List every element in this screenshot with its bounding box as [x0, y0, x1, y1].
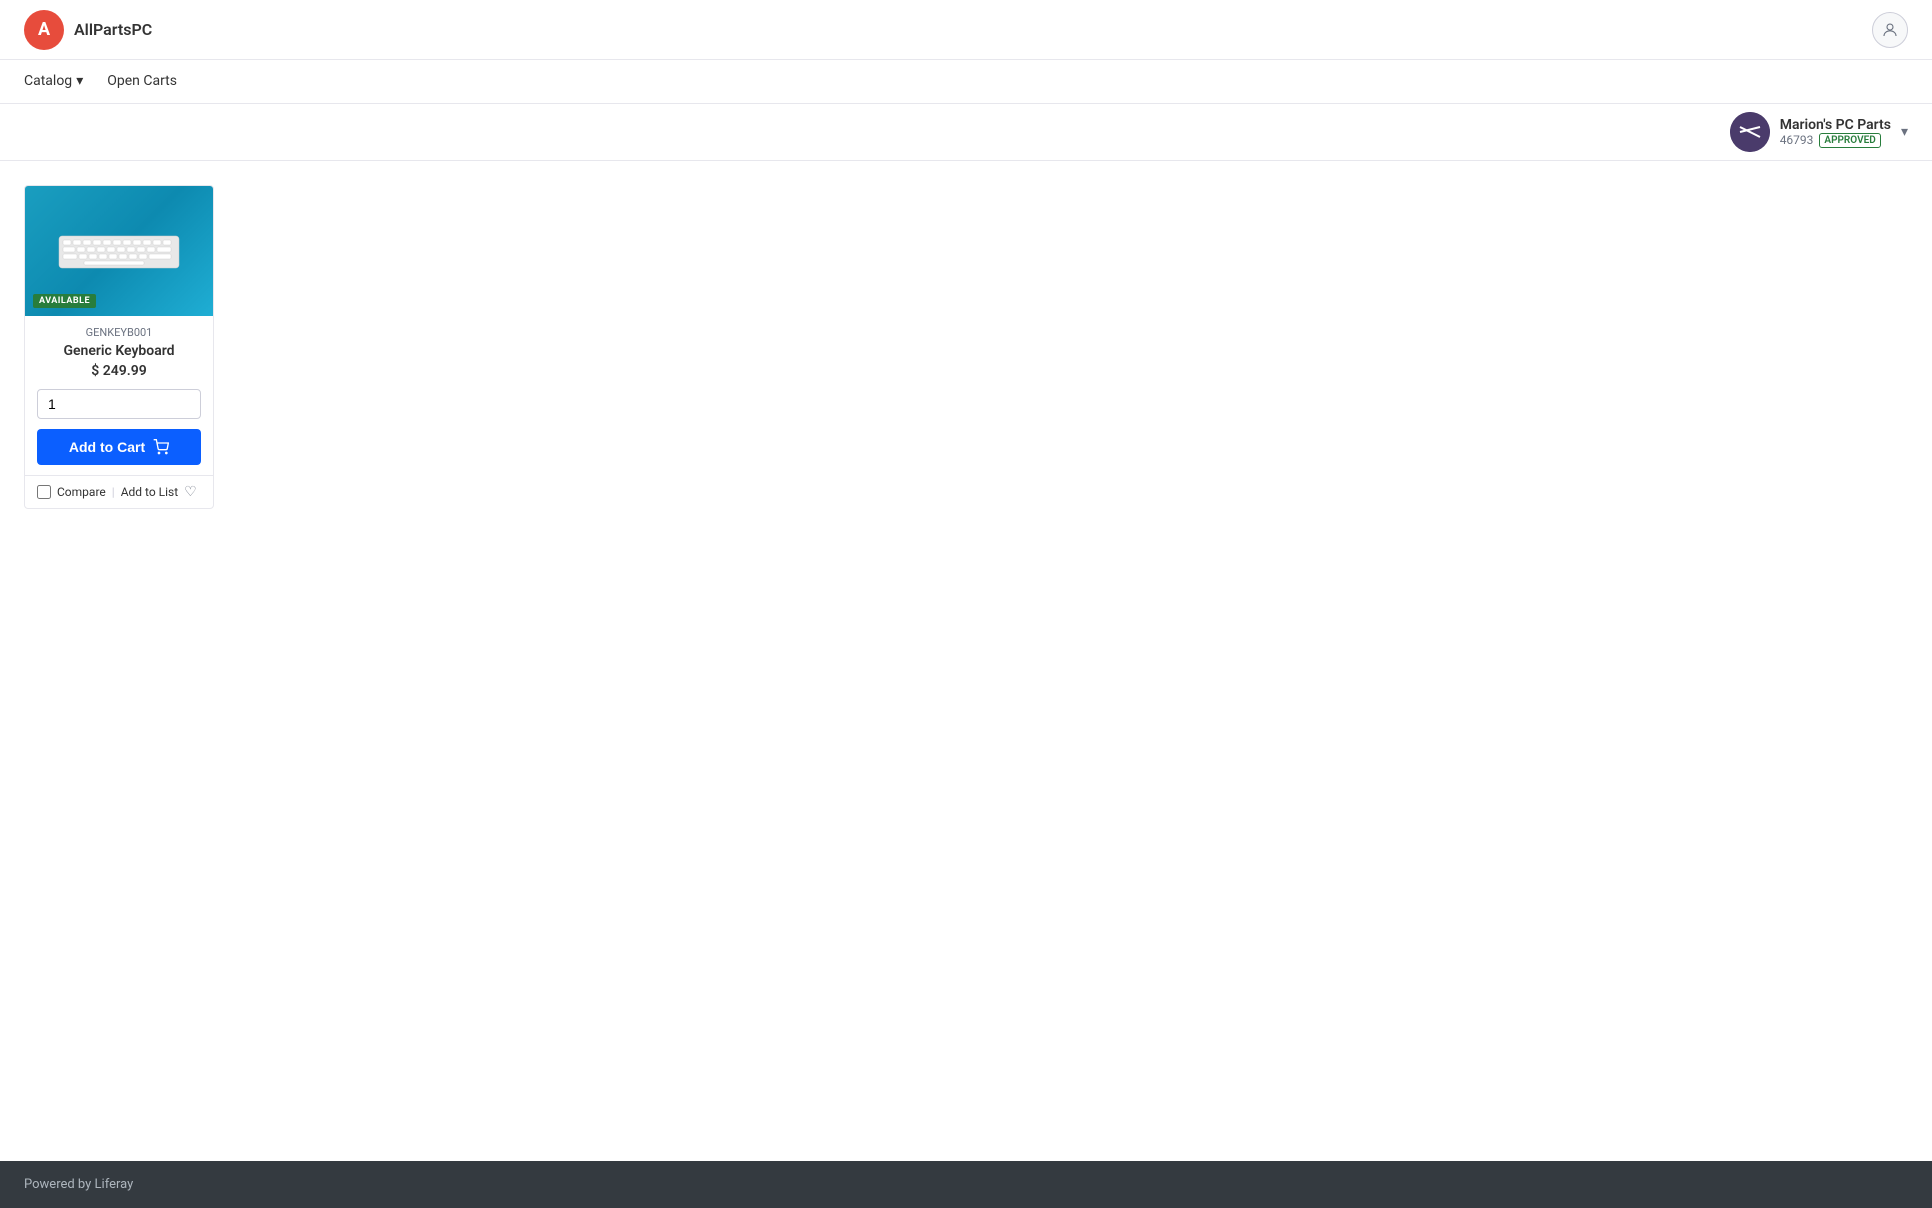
catalog-chevron-icon: ▾	[76, 73, 83, 89]
site-name: AllPartsPC	[74, 20, 152, 39]
open-carts-nav-item[interactable]: Open Carts	[107, 61, 177, 103]
account-meta: 46793 APPROVED	[1780, 133, 1891, 148]
account-id: 46793	[1780, 133, 1814, 147]
add-to-list-link[interactable]: Add to List	[121, 485, 178, 499]
add-to-cart-button[interactable]: Add to Cart	[37, 429, 201, 465]
catalog-nav-label: Catalog	[24, 73, 72, 89]
action-separator: |	[112, 485, 115, 499]
catalog-nav-item[interactable]: Catalog ▾	[24, 61, 83, 103]
account-selector[interactable]: Marion's PC Parts 46793 APPROVED ▾	[1730, 112, 1908, 152]
product-image-area: AVAILABLE	[25, 186, 213, 316]
product-image	[54, 226, 184, 276]
account-bar: Marion's PC Parts 46793 APPROVED ▾	[0, 104, 1932, 161]
approved-badge: APPROVED	[1819, 133, 1880, 148]
account-avatar	[1730, 112, 1770, 152]
account-info: Marion's PC Parts 46793 APPROVED	[1780, 117, 1891, 148]
account-name: Marion's PC Parts	[1780, 117, 1891, 133]
compare-checkbox[interactable]	[37, 485, 51, 499]
product-sku: GENKEYB001	[37, 326, 201, 339]
availability-badge: AVAILABLE	[33, 294, 96, 308]
compare-label[interactable]: Compare	[57, 485, 106, 499]
quantity-input[interactable]	[37, 389, 201, 419]
add-to-cart-label: Add to Cart	[69, 439, 145, 455]
powered-by-text: Powered by Liferay	[24, 1177, 133, 1192]
main-content: AVAILABLE GENKEYB001 Generic Keyboard $ …	[0, 161, 1932, 1161]
product-price: $ 249.99	[37, 363, 201, 379]
account-avatar-icon	[1730, 112, 1770, 152]
account-chevron-icon: ▾	[1901, 124, 1908, 140]
product-details: GENKEYB001 Generic Keyboard $ 249.99 Add…	[25, 316, 213, 475]
product-actions: Compare | Add to List ♡	[25, 475, 213, 508]
cart-icon	[153, 439, 169, 455]
footer: Powered by Liferay	[0, 1161, 1932, 1208]
product-card: AVAILABLE GENKEYB001 Generic Keyboard $ …	[24, 185, 214, 509]
user-icon-button[interactable]	[1872, 12, 1908, 48]
user-icon	[1881, 21, 1899, 39]
heart-icon[interactable]: ♡	[184, 484, 197, 500]
header: A AllPartsPC	[0, 0, 1932, 60]
header-left: A AllPartsPC	[24, 10, 152, 50]
product-name: Generic Keyboard	[37, 343, 201, 359]
navigation: Catalog ▾ Open Carts	[0, 60, 1932, 104]
open-carts-nav-label: Open Carts	[107, 73, 177, 89]
site-logo: A	[24, 10, 64, 50]
